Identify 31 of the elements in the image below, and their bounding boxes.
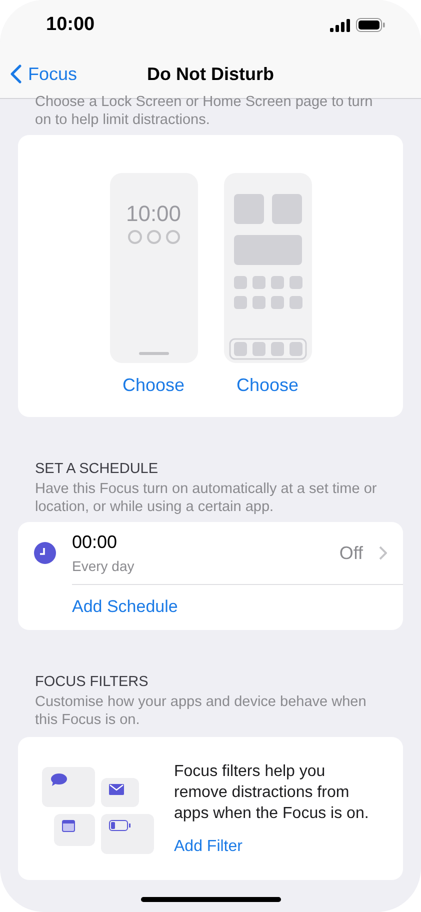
clock-icon: [34, 542, 56, 564]
envelope-icon: [109, 784, 124, 794]
preview-clock: 10:00: [126, 201, 182, 227]
home-bar-icon: [138, 352, 168, 355]
schedule-row[interactable]: 00:00 Every day Off: [18, 522, 403, 584]
page-title: Do Not Disturb: [147, 64, 274, 84]
choose-link[interactable]: Choose: [236, 375, 299, 396]
home-screen-preview[interactable]: [224, 173, 312, 363]
section-header: SET A SCHEDULE: [35, 461, 160, 477]
section-header: FOCUS FILTERS: [35, 674, 150, 690]
back-button[interactable]: Focus: [0, 64, 78, 84]
schedule-state: Off: [339, 542, 363, 564]
schedule-repeat: Every day: [72, 558, 136, 574]
status-time: 10:00: [46, 14, 95, 36]
calendar-icon: [62, 820, 75, 832]
low-battery-icon: [109, 820, 131, 830]
section-description: Customise how your apps and device behave when this Focus is on.: [35, 693, 368, 729]
signal-icon: [330, 18, 350, 32]
choose-link[interactable]: Choose: [122, 375, 185, 396]
chevron-left-icon: [10, 64, 22, 84]
section-description: Have this Focus turn on automatically at a set time or location, or while using a certain app.: [35, 480, 378, 516]
filters-text: Focus filters help you remove distractions from apps when the Focus is on.: [174, 762, 370, 824]
intro-text: Choose a Lock Screen or Home Screen page to turn on to help limit distractions.: [34, 93, 374, 129]
speech-bubble-icon: [50, 772, 67, 786]
battery-icon: [356, 18, 385, 32]
add-filter-link[interactable]: Add Filter: [174, 838, 374, 856]
add-schedule-link[interactable]: Add Schedule: [18, 585, 178, 630]
lock-screen-preview[interactable]: 10:00: [110, 173, 198, 363]
schedule-time: 00:00: [72, 532, 118, 553]
chevron-right-icon: [379, 546, 387, 560]
widget-circles-icon: [126, 229, 180, 245]
